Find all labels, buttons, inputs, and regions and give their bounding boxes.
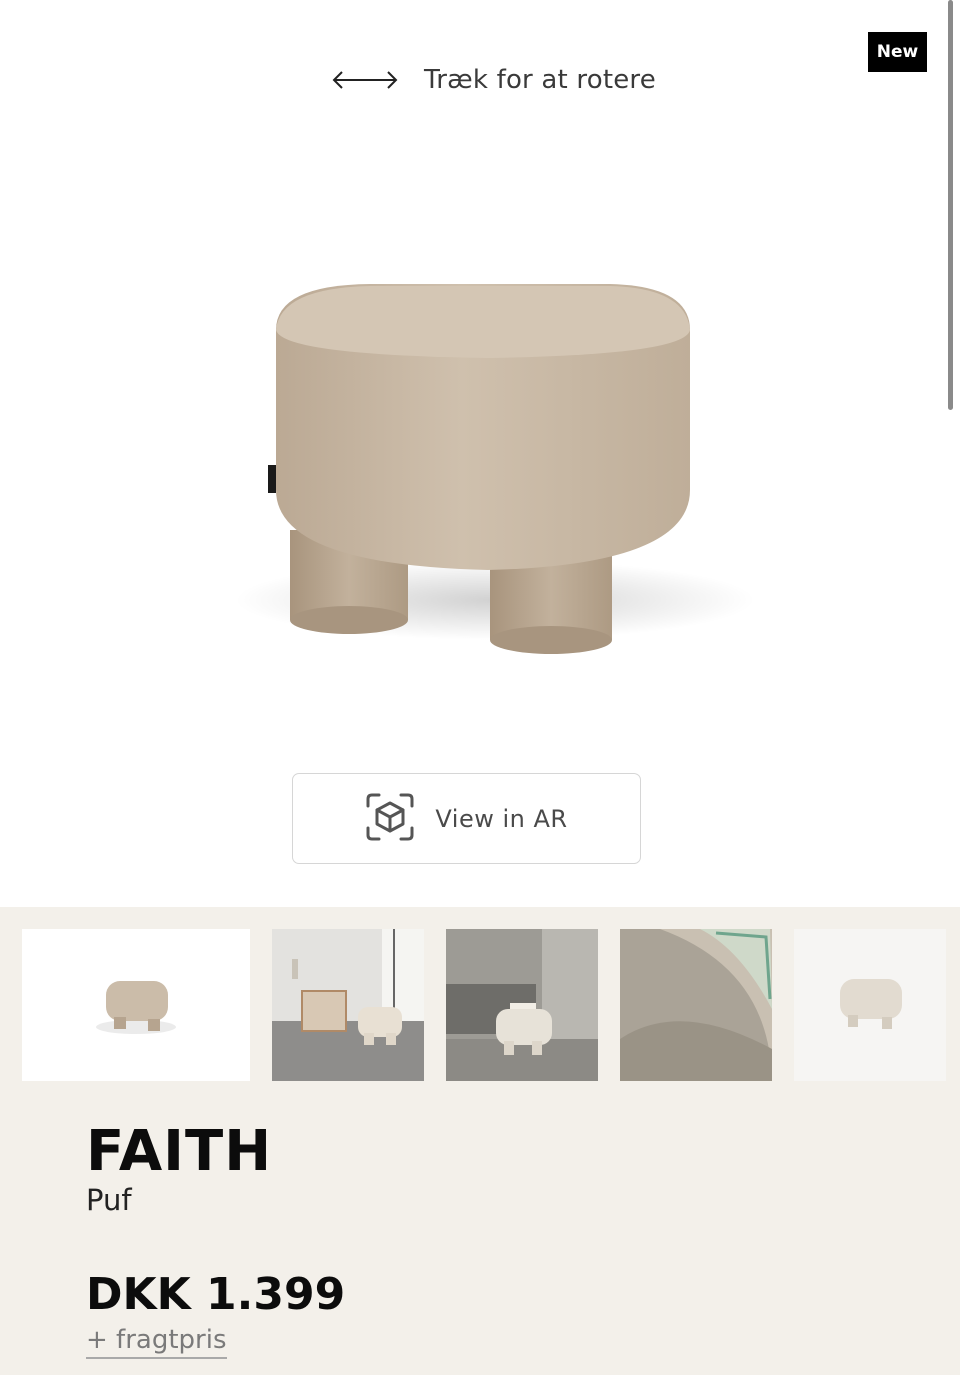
rotate-hint-text: Træk for at rotere	[424, 65, 656, 95]
ar-button-label: View in AR	[435, 804, 568, 833]
ar-cube-icon	[365, 792, 415, 846]
thumbnail-4[interactable]	[620, 929, 772, 1081]
view-in-ar-button[interactable]: View in AR	[292, 773, 641, 864]
rotate-hint: Træk for at rotere	[332, 60, 656, 100]
thumbnail-3[interactable]	[446, 929, 598, 1081]
new-badge: New	[868, 32, 927, 72]
double-arrow-icon	[332, 68, 398, 92]
thumbnail-1[interactable]	[22, 929, 250, 1081]
product-price: DKK 1.399	[86, 1269, 346, 1320]
product-model[interactable]	[220, 260, 760, 680]
scrollbar-thumb[interactable]	[948, 0, 953, 410]
thumbnail-gallery	[0, 929, 960, 1081]
thumbnail-5[interactable]	[794, 929, 946, 1081]
product-title: FAITH	[86, 1119, 273, 1184]
product-3d-viewer[interactable]: New Træk for at rotere View in AR	[0, 0, 960, 907]
shipping-price-link[interactable]: + fragtpris	[86, 1325, 227, 1359]
thumbnail-2[interactable]	[272, 929, 424, 1081]
product-info-panel: FAITH Puf DKK 1.399 + fragtpris	[0, 907, 960, 1375]
product-type: Puf	[86, 1183, 132, 1217]
